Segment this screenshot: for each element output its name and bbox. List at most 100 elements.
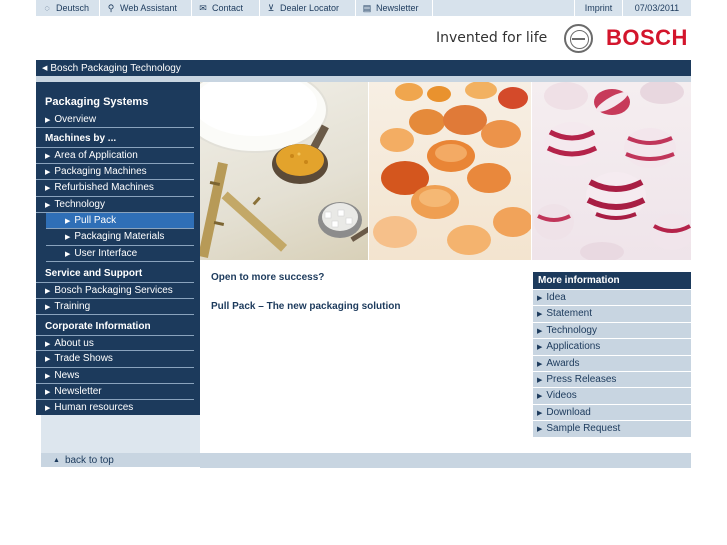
contact-link[interactable]: ✉ Contact bbox=[192, 0, 260, 16]
sidebar-item-packaging-machines[interactable]: ▶ Packaging Machines bbox=[36, 164, 194, 181]
triangle-right-icon: ▶ bbox=[45, 288, 51, 296]
hero-image-strip bbox=[200, 82, 691, 260]
back-to-top-link[interactable]: ▲ back to top bbox=[41, 453, 691, 467]
sidebar-item-newsletter[interactable]: ▶ Newsletter bbox=[36, 384, 194, 401]
triangle-right-icon: ▶ bbox=[537, 295, 543, 302]
dealer-locator-label: Dealer Locator bbox=[280, 3, 340, 13]
triangle-right-icon: ▶ bbox=[537, 344, 543, 352]
more-information-box: More information ▶ Idea ▶ Statement ▶ Techn… bbox=[533, 272, 691, 438]
web-assistant-label: Web Assistant bbox=[120, 3, 177, 13]
sidebar-item-label: Training bbox=[54, 300, 91, 312]
content-subline: Pull Pack – The new packaging solution bbox=[211, 301, 401, 312]
wrapped-candies-illustration bbox=[534, 82, 691, 260]
triangle-right-icon: ▶ bbox=[537, 376, 543, 384]
sidebar-item-label: About us bbox=[54, 337, 94, 349]
triangle-right-icon: ▶ bbox=[65, 234, 71, 242]
triangle-right-icon: ▶ bbox=[65, 250, 71, 258]
info-link-press-releases[interactable]: ▶ Press Releases bbox=[533, 371, 691, 388]
triangle-right-icon: ▶ bbox=[45, 372, 51, 380]
sidebar-item-label: Refurbished Machines bbox=[54, 182, 154, 194]
info-link-label: Download bbox=[546, 406, 591, 418]
info-link-label: Applications bbox=[546, 341, 601, 353]
info-link-sample-request[interactable]: ▶ Sample Request bbox=[533, 421, 691, 437]
bosch-armature-icon[interactable] bbox=[564, 24, 593, 53]
newsletter-icon: ▤ bbox=[362, 2, 372, 13]
triangle-right-icon: ▶ bbox=[537, 311, 543, 319]
sidebar-item-label: User Interface bbox=[74, 247, 138, 259]
sidebar-section-service: Service and Support bbox=[45, 268, 143, 280]
info-link-statement[interactable]: ▶ Statement bbox=[533, 306, 691, 322]
back-to-top-label: back to top bbox=[64, 454, 114, 466]
triangle-right-icon: ▶ bbox=[537, 393, 543, 401]
triangle-up-icon: ▲ bbox=[53, 456, 60, 464]
triangle-right-icon: ▶ bbox=[45, 303, 51, 311]
utility-bar-spacer bbox=[433, 0, 575, 16]
sidebar-footer-panel bbox=[41, 415, 200, 455]
sidebar-item-training[interactable]: ▶ Training bbox=[36, 299, 194, 315]
info-link-technology[interactable]: ▶ Technology bbox=[533, 322, 691, 339]
info-link-videos[interactable]: ▶ Videos bbox=[533, 388, 691, 404]
triangle-right-icon: ▶ bbox=[45, 153, 51, 161]
speech-bubble-icon: ◌ bbox=[44, 3, 50, 13]
info-link-label: Videos bbox=[546, 390, 577, 402]
sidebar-item-area-of-application[interactable]: ▶ Area of Application bbox=[36, 147, 194, 164]
sidebar-item-refurbished-machines[interactable]: ▶ Refurbished Machines bbox=[36, 180, 194, 197]
triangle-right-icon: ▶ bbox=[45, 117, 51, 124]
triangle-right-icon: ▶ bbox=[65, 217, 71, 225]
sidebar-item-bosch-packaging-services[interactable]: ▶ Bosch Packaging Services bbox=[36, 282, 194, 299]
triangle-left-icon: ◀ bbox=[42, 65, 48, 72]
sidebar-item-label: Trade Shows bbox=[54, 353, 113, 365]
brand-logo[interactable]: BOSCH bbox=[606, 25, 688, 51]
sidebar-item-packaging-materials[interactable]: ▶ Packaging Materials bbox=[46, 229, 194, 246]
dealer-locator-link[interactable]: ⊻ Dealer Locator bbox=[260, 0, 356, 16]
sidebar-item-overview[interactable]: ▶ Overview bbox=[36, 112, 194, 129]
info-link-awards[interactable]: ▶ Awards bbox=[533, 355, 691, 371]
header: Invented for life BOSCH bbox=[0, 16, 727, 60]
triangle-right-icon: ▶ bbox=[537, 409, 543, 417]
cart-icon: ⊻ bbox=[267, 2, 275, 13]
sidebar-item-label: News bbox=[54, 369, 80, 381]
date-label: 07/03/2011 bbox=[634, 3, 680, 13]
contact-label: Contact bbox=[212, 3, 244, 13]
info-link-applications[interactable]: ▶ Applications bbox=[533, 339, 691, 355]
language-link[interactable]: ◌ Deutsch bbox=[36, 0, 100, 16]
sidebar-section-machines: Machines by ... bbox=[45, 133, 117, 145]
date-display: 07/03/2011 bbox=[623, 0, 691, 16]
triangle-right-icon: ▶ bbox=[537, 360, 543, 368]
info-link-label: Technology bbox=[546, 324, 597, 336]
triangle-right-icon: ▶ bbox=[537, 426, 543, 434]
sidebar-item-label: Pull Pack bbox=[74, 214, 117, 226]
sidebar-item-technology[interactable]: ▶ Technology bbox=[36, 197, 194, 213]
info-link-label: Press Releases bbox=[546, 373, 617, 385]
sugar-spices-illustration bbox=[200, 82, 368, 258]
breadcrumb[interactable]: ◀ Bosch Packaging Technology bbox=[36, 60, 691, 76]
imprint-link[interactable]: Imprint bbox=[575, 0, 623, 16]
envelope-icon: ✉ bbox=[199, 2, 207, 13]
caramel-candies-illustration bbox=[373, 82, 531, 255]
sidebar-item-user-interface[interactable]: ▶ User Interface bbox=[46, 246, 194, 263]
info-link-label: Statement bbox=[546, 308, 592, 320]
main-content: Open to more success? Pull Pack – The ne… bbox=[211, 272, 521, 330]
sidebar-item-label: Human resources bbox=[54, 402, 134, 414]
sidebar-item-label: Newsletter bbox=[54, 386, 102, 398]
sidebar-item-label: Packaging Materials bbox=[74, 231, 165, 243]
web-assistant-link[interactable]: ⚲ Web Assistant bbox=[100, 0, 192, 16]
sidebar-item-trade-shows[interactable]: ▶ Trade Shows bbox=[36, 351, 194, 368]
triangle-right-icon: ▶ bbox=[537, 327, 543, 335]
sidebar-item-label: Area of Application bbox=[54, 150, 138, 162]
hero-image-wrapped-candies bbox=[532, 82, 691, 260]
content-headline: Open to more success? bbox=[211, 272, 325, 283]
sidebar-item-pull-pack[interactable]: ▶ Pull Pack bbox=[46, 212, 194, 230]
info-link-idea[interactable]: ▶ Idea bbox=[533, 290, 691, 306]
info-link-label: Awards bbox=[546, 357, 580, 369]
info-link-download[interactable]: ▶ Download bbox=[533, 404, 691, 421]
more-information-title: More information bbox=[533, 272, 691, 289]
sidebar-item-news[interactable]: ▶ News bbox=[36, 368, 194, 385]
info-link-label: Idea bbox=[546, 292, 566, 303]
hero-image-caramel-candies bbox=[369, 82, 532, 260]
triangle-right-icon: ▶ bbox=[45, 356, 51, 364]
sidebar-item-label: Overview bbox=[54, 114, 97, 125]
sidebar-item-about-us[interactable]: ▶ About us bbox=[36, 334, 194, 352]
newsletter-link[interactable]: ▤ Newsletter bbox=[356, 0, 433, 16]
search-icon: ⚲ bbox=[107, 2, 115, 13]
